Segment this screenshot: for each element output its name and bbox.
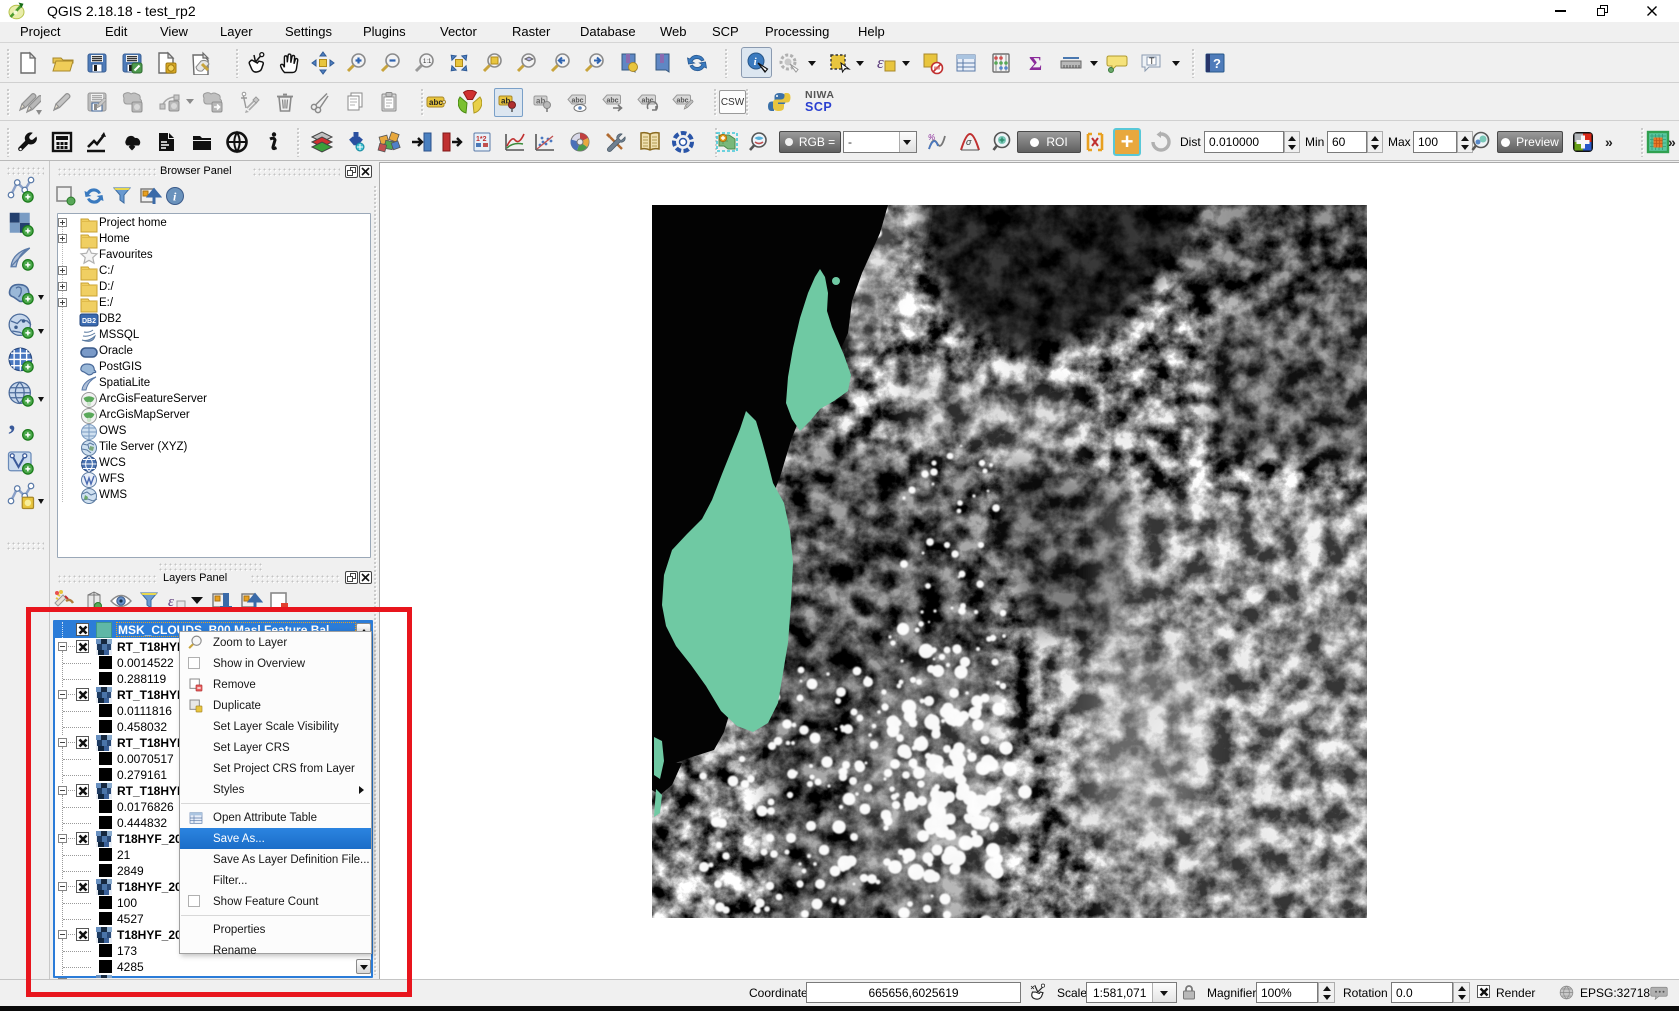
svg-text:T: T bbox=[1149, 56, 1155, 66]
svg-text:σ: σ bbox=[966, 137, 972, 147]
svg-text:abc: abc bbox=[677, 98, 689, 105]
svg-text:DB2: DB2 bbox=[82, 318, 96, 325]
svg-text:?: ? bbox=[1213, 56, 1221, 71]
svg-text:1*2: 1*2 bbox=[476, 136, 487, 143]
svg-text:ε: ε bbox=[877, 53, 884, 72]
svg-text:Σ: Σ bbox=[1029, 53, 1042, 75]
svg-text:abc: abc bbox=[607, 98, 619, 105]
svg-text:1:1: 1:1 bbox=[423, 59, 432, 65]
svg-text:abc: abc bbox=[429, 98, 443, 107]
svg-text:,: , bbox=[9, 413, 16, 435]
svg-text:%: % bbox=[928, 133, 935, 142]
svg-text:abc: abc bbox=[572, 98, 584, 105]
